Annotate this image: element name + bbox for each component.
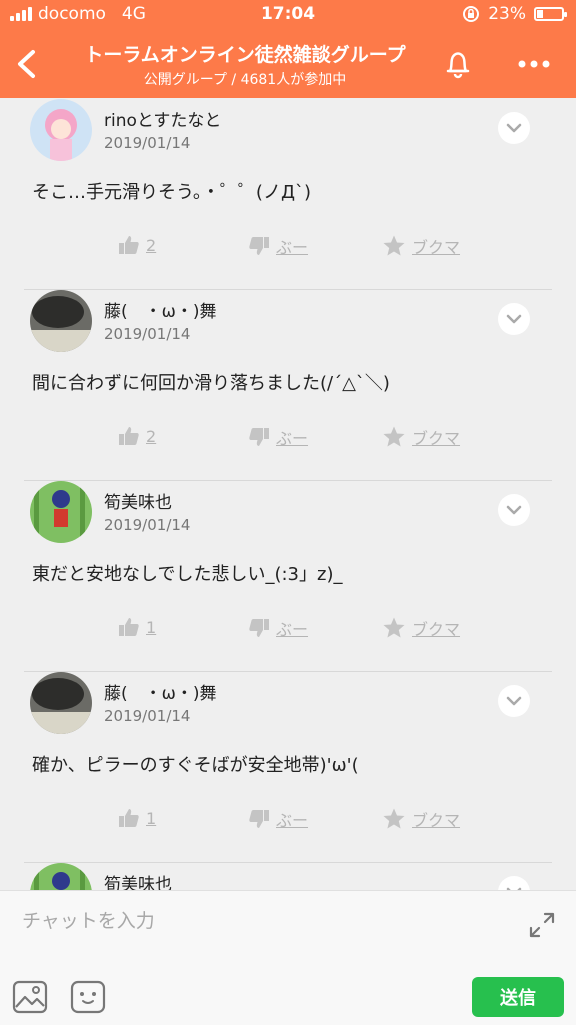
rotation-lock-icon (463, 6, 480, 22)
thumbs-down-icon (249, 237, 269, 255)
like-button[interactable]: 1 (118, 807, 156, 829)
star-icon (383, 426, 405, 447)
chat-input[interactable] (20, 905, 504, 937)
chat-input-bar: 送信 (0, 890, 576, 1025)
boo-label: ぶー (276, 429, 309, 448)
avatar[interactable] (30, 863, 92, 890)
thumbs-up-icon (119, 618, 139, 636)
sticker-icon (70, 980, 106, 1014)
message-text: そこ…手元滑りそう。・゜゜(ノД`) (32, 182, 312, 203)
bookmark-button[interactable]: ブクマ (382, 807, 460, 831)
boo-button[interactable]: ぶー (248, 425, 308, 449)
back-button[interactable] (8, 44, 48, 84)
avatar[interactable] (30, 481, 92, 543)
author-name[interactable]: rinoとすたなと (104, 106, 221, 131)
boo-button[interactable]: ぶー (248, 616, 308, 640)
header-titles: トーラムオンライン徒然雑談グループ 公開グループ / 4681人が参加中 (60, 40, 430, 89)
image-button[interactable] (12, 979, 48, 1015)
star-icon (383, 235, 405, 256)
post-date: 2019/01/14 (104, 325, 191, 343)
post-menu-button[interactable] (498, 494, 530, 526)
star-icon (383, 617, 405, 638)
bookmark-label: ブクマ (412, 429, 461, 448)
message-text: 確か、ピラーのすぐそばが安全地帯)'ω'( (32, 755, 359, 776)
chevron-down-icon (506, 887, 522, 890)
avatar[interactable] (30, 672, 92, 734)
post-item: 筍美味也 2019/01/14 東だと安地なしでした悲しい_(:3」z)_ 1 … (24, 480, 552, 672)
star-icon (383, 808, 405, 829)
group-title: トーラムオンライン徒然雑談グループ (84, 44, 406, 66)
expand-button[interactable] (526, 909, 558, 941)
message-text: 東だと安地なしでした悲しい_(:3」z)_ (32, 564, 343, 585)
post-menu-button[interactable] (498, 876, 530, 890)
post-menu-button[interactable] (498, 112, 530, 144)
like-button[interactable]: 2 (118, 234, 156, 256)
thumbs-up-icon (119, 427, 139, 445)
image-icon (12, 980, 48, 1014)
post-item: 筍美味也 (24, 862, 552, 890)
battery-percent: 23% (488, 4, 526, 24)
message-feed[interactable]: rinoとすたなと 2019/01/14 そこ…手元滑りそう。・゜゜(ノД`) … (0, 98, 576, 890)
post-menu-button[interactable] (498, 303, 530, 335)
author-name[interactable]: 藤( ・ω・)舞 (104, 297, 217, 322)
boo-label: ぶー (276, 811, 309, 830)
thumbs-down-icon (249, 619, 269, 637)
bookmark-button[interactable]: ブクマ (382, 425, 460, 449)
chevron-down-icon (506, 123, 522, 133)
author-name[interactable]: 筍美味也 (104, 870, 172, 890)
like-count: 1 (146, 808, 157, 828)
thumbs-up-icon (119, 236, 139, 254)
thumbs-down-icon (249, 428, 269, 446)
bell-icon (446, 52, 470, 79)
like-button[interactable]: 2 (118, 425, 156, 447)
message-text: 間に合わずに何回か滑り落ちました(/´△`＼) (32, 373, 390, 394)
more-options-button[interactable] (512, 44, 556, 84)
like-button[interactable]: 1 (118, 616, 156, 638)
expand-icon (529, 912, 555, 938)
post-menu-button[interactable] (498, 685, 530, 717)
bookmark-button[interactable]: ブクマ (382, 234, 460, 258)
like-count: 1 (146, 617, 157, 637)
post-date: 2019/01/14 (104, 516, 191, 534)
boo-label: ぶー (276, 238, 309, 257)
thumbs-up-icon (119, 809, 139, 827)
status-right: 23% (462, 4, 567, 24)
group-header: トーラムオンライン徒然雑談グループ 公開グループ / 4681人が参加中 (0, 30, 576, 98)
boo-label: ぶー (276, 620, 309, 639)
send-button[interactable]: 送信 (472, 977, 564, 1017)
chevron-down-icon (506, 314, 522, 324)
chevron-down-icon (506, 696, 522, 706)
boo-button[interactable]: ぶー (248, 234, 308, 258)
thumbs-down-icon (249, 810, 269, 828)
post-item: 藤( ・ω・)舞 2019/01/14 間に合わずに何回か滑り落ちました(/´△… (24, 289, 552, 481)
back-chevron-icon (18, 50, 35, 78)
notification-button[interactable] (438, 44, 478, 84)
status-bar: docomo 4G 17:04 23% (0, 0, 576, 30)
post-item: rinoとすたなと 2019/01/14 そこ…手元滑りそう。・゜゜(ノД`) … (24, 98, 552, 290)
chevron-down-icon (506, 505, 522, 515)
bookmark-label: ブクマ (412, 238, 461, 257)
bookmark-label: ブクマ (412, 811, 461, 830)
bookmark-label: ブクマ (412, 620, 461, 639)
avatar[interactable] (30, 290, 92, 352)
battery-icon (534, 7, 567, 21)
author-name[interactable]: 筍美味也 (104, 488, 172, 513)
like-count: 2 (146, 235, 157, 255)
group-subtitle: 公開グループ / 4681人が参加中 (143, 72, 347, 88)
boo-button[interactable]: ぶー (248, 807, 308, 831)
post-date: 2019/01/14 (104, 134, 191, 152)
avatar[interactable] (30, 99, 92, 161)
post-item: 藤( ・ω・)舞 2019/01/14 確か、ピラーのすぐそばが安全地帯)'ω'… (24, 671, 552, 863)
bookmark-button[interactable]: ブクマ (382, 616, 460, 640)
sticker-button[interactable] (70, 979, 106, 1015)
more-dots-icon (518, 60, 550, 68)
post-date: 2019/01/14 (104, 707, 191, 725)
like-count: 2 (146, 426, 157, 446)
author-name[interactable]: 藤( ・ω・)舞 (104, 679, 217, 704)
